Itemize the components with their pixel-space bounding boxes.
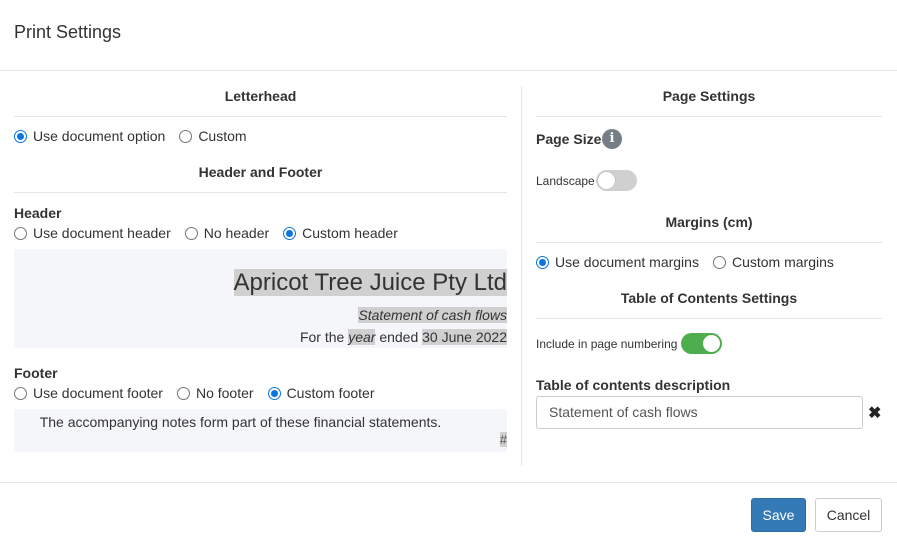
option-label: Use document footer xyxy=(33,385,163,401)
header-option-custom[interactable]: Custom header xyxy=(283,225,398,241)
radio-checked-icon[interactable] xyxy=(536,255,549,269)
toggle-knob xyxy=(703,335,720,352)
option-label: Custom margins xyxy=(731,254,834,270)
dialog-header: Print Settings xyxy=(0,0,897,71)
option-label: Custom xyxy=(198,128,247,144)
radio-icon[interactable] xyxy=(14,386,27,400)
footer-options: Use document footer No footer Custom foo… xyxy=(14,385,389,401)
radio-icon[interactable] xyxy=(712,255,726,269)
option-label: Use document header xyxy=(33,225,171,241)
header-option-none[interactable]: No header xyxy=(184,225,270,241)
statement-title: Statement of cash flows xyxy=(358,307,507,323)
period-date: 30 June 2022 xyxy=(422,329,507,345)
option-label: Custom header xyxy=(302,225,398,241)
close-icon[interactable]: ✖ xyxy=(868,403,881,423)
dialog-footer-divider xyxy=(0,482,897,483)
page-size-label: Page Size xyxy=(536,131,602,147)
landscape-label: Landscape xyxy=(536,174,595,188)
header-option-document[interactable]: Use document header xyxy=(14,225,171,241)
footer-option-document[interactable]: Use document footer xyxy=(14,385,163,401)
divider xyxy=(536,318,882,319)
toc-title: Table of Contents Settings xyxy=(620,290,798,306)
include-numbering-label: Include in page numbering xyxy=(536,337,678,351)
radio-checked-icon[interactable] xyxy=(14,129,27,143)
option-label: Use document margins xyxy=(555,254,699,270)
company-name-text: Apricot Tree Juice Pty Ltd xyxy=(233,269,507,296)
column-divider xyxy=(521,86,522,466)
option-label: No footer xyxy=(195,385,254,401)
letterhead-option-custom[interactable]: Custom xyxy=(179,128,247,144)
landscape-toggle[interactable] xyxy=(596,170,637,191)
header-label: Header xyxy=(14,205,62,221)
margin-option-document[interactable]: Use document margins xyxy=(536,254,699,270)
radio-icon[interactable] xyxy=(184,226,198,240)
dialog-title: Print Settings xyxy=(14,22,122,42)
margins-title: Margins (cm) xyxy=(665,214,753,230)
period-word: year xyxy=(348,329,376,345)
header-options: Use document header No header Custom hea… xyxy=(14,225,412,241)
period-mid: ended xyxy=(379,329,419,345)
letterhead-options: Use document option Custom xyxy=(14,128,261,144)
radio-icon[interactable] xyxy=(179,129,193,143)
page-number-marker: # xyxy=(499,432,507,447)
footer-preview[interactable]: The accompanying notes form part of thes… xyxy=(14,409,507,452)
option-label: Custom footer xyxy=(286,385,375,401)
info-icon[interactable]: i xyxy=(602,129,622,149)
period-prefix: For the xyxy=(299,329,345,345)
header-footer-title: Header and Footer xyxy=(198,164,323,180)
footer-label: Footer xyxy=(14,365,58,381)
company-name: Apricot Tree Juice Pty Ltd xyxy=(233,269,507,297)
option-label: Use document option xyxy=(33,128,166,144)
option-label: No header xyxy=(203,225,270,241)
page-settings-title: Page Settings xyxy=(662,88,756,104)
save-button[interactable]: Save xyxy=(751,498,806,532)
divider xyxy=(536,242,882,243)
toc-description-input[interactable]: Statement of cash flows xyxy=(536,396,863,429)
footer-option-none[interactable]: No footer xyxy=(176,385,254,401)
letterhead-title: Letterhead xyxy=(224,88,297,104)
include-numbering-toggle[interactable] xyxy=(681,333,722,354)
divider xyxy=(14,192,507,193)
toc-description-label: Table of contents description xyxy=(536,377,731,393)
footer-option-custom[interactable]: Custom footer xyxy=(267,385,375,401)
margin-options: Use document margins Custom margins xyxy=(536,254,848,270)
footer-text: The accompanying notes form part of thes… xyxy=(39,414,442,430)
cancel-button[interactable]: Cancel xyxy=(815,498,882,532)
radio-icon[interactable] xyxy=(176,386,190,400)
radio-icon[interactable] xyxy=(14,226,27,240)
statement-title-text: Statement of cash flows xyxy=(358,307,507,323)
print-settings-dialog: Print Settings Letterhead Use document o… xyxy=(0,0,897,546)
letterhead-option-document[interactable]: Use document option xyxy=(14,128,165,144)
divider xyxy=(536,116,882,117)
toggle-knob xyxy=(598,172,615,189)
radio-checked-icon[interactable] xyxy=(283,226,297,240)
margin-option-custom[interactable]: Custom margins xyxy=(712,254,834,270)
divider xyxy=(14,116,507,117)
period-line: For the year ended 30 June 2022 xyxy=(300,329,507,345)
radio-checked-icon[interactable] xyxy=(267,386,281,400)
header-preview[interactable]: Apricot Tree Juice Pty Ltd Statement of … xyxy=(14,249,507,348)
